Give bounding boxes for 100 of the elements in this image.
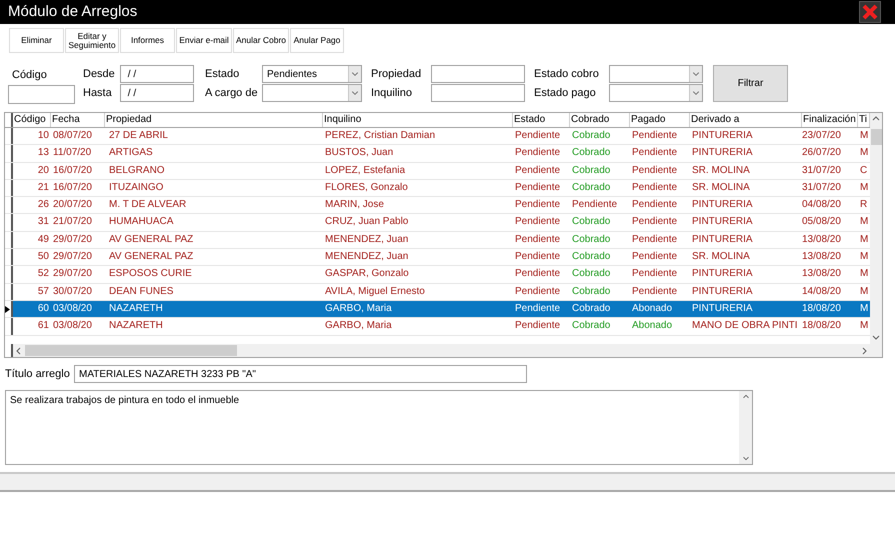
table-row[interactable]: 31 21/07/20 HUMAHUACA CRUZ, Juan Pablo Pendiente Cobrado Pendiente PINTURERIA 05/08/20 M [5, 214, 870, 232]
table-cell-text: Pendiente [631, 267, 678, 282]
column-header[interactable]: Cobrado [570, 113, 630, 127]
table-cell-text: 13/08/20 [802, 232, 842, 247]
field-label: Código [11, 68, 48, 83]
table-row[interactable]: 20 16/07/20 BELGRANO LOPEZ, Estefania Pendiente Cobrado Pendiente SR. MOLINA 31/07/20 C [5, 162, 870, 180]
table-row[interactable]: 57 30/07/20 DEAN FUNES AVILA, Miguel Ernesto Pendiente Cobrado Pendiente PINTURERIA 14/08/20 M [5, 284, 870, 301]
scrollbar-thumb[interactable] [25, 345, 237, 356]
table-row[interactable]: 13 11/07/20 ARTIGAS BUSTOS, Juan Pendiente Cobrado Pendiente PINTURERIA 26/07/20 M [5, 145, 870, 163]
toolbar-button[interactable]: Editar y Seguimiento [65, 28, 119, 53]
dropdown[interactable] [609, 65, 703, 83]
field-label: Estado cobro [534, 66, 600, 82]
table-row[interactable]: 52 29/07/20 ESPOSOS CURIE GASPAR, Gonzalo Pendiente Cobrado Pendiente PINTURERIA 13/08/20 M [5, 266, 870, 284]
table-cell-text: 03/08/20 [52, 302, 93, 316]
table-cell-text: AV GENERAL PAZ [108, 232, 194, 247]
scrollbar-thumb[interactable] [870, 129, 882, 145]
table-row[interactable]: 10 08/07/20 27 DE ABRIL PEREZ, Cristian Damian Pendiente Cobrado Pendiente PINTURERIA 23/07/20 M [5, 128, 870, 146]
column-header[interactable]: Pagado [630, 113, 690, 127]
table-row[interactable]: 49 29/07/20 AV GENERAL PAZ MENENDEZ, Juan Pendiente Cobrado Pendiente PINTURERIA 13/08/20 M [5, 232, 870, 250]
table-row[interactable]: 61 03/08/20 NAZARETH GARBO, Maria Pendiente Cobrado Abonado MANO DE OBRA PINTI 18/08/20 M [5, 318, 870, 336]
table-cell-text: NAZARETH [108, 319, 164, 334]
table-cell-text: LOPEZ, Estefania [324, 164, 406, 178]
table-cell-text: Pendiente [631, 180, 678, 195]
table-cell-text: AV GENERAL PAZ [108, 250, 194, 264]
table-cell-text: PINTURERIA [691, 198, 754, 212]
table-cell-text: Pendiente [631, 129, 678, 143]
table-cell-text: SR. MOLINA [691, 180, 751, 195]
filter-button[interactable]: Filtrar [713, 65, 788, 102]
toolbar-button[interactable]: Anular Pago [290, 28, 344, 53]
table-cell-text: M [859, 250, 870, 264]
table-cell-text: SR. MOLINA [691, 250, 751, 264]
table-cell-text: GARBO, Maria [324, 319, 393, 334]
close-button[interactable] [859, 1, 881, 23]
table-cell-text: 60 [36, 302, 50, 316]
date-field[interactable]: / / [120, 84, 194, 102]
table-cell-text: Pendiente [514, 284, 562, 299]
table-row[interactable]: 60 03/08/20 NAZARETH GARBO, Maria Pendiente Cobrado Abonado PINTURERIA 18/08/20 M [5, 300, 870, 318]
description-text: Se realizara trabajos de pintura en todo el inmueble [9, 394, 240, 408]
column-header[interactable]: Propiedad [105, 113, 323, 127]
code-field[interactable] [8, 85, 75, 104]
table-cell-text: Pendiente [514, 232, 562, 247]
table-cell-text: AVILA, Miguel Ernesto [324, 284, 426, 299]
column-header[interactable]: Inquilino [323, 113, 513, 127]
table-cell-text: Pendiente [631, 284, 678, 299]
field-label: Hasta [83, 86, 113, 101]
table-cell-text: Pendiente [631, 146, 678, 160]
table-cell-text: Abonado [631, 319, 674, 334]
column-header[interactable]: Derivado a [690, 113, 802, 127]
table-cell-text: 04/08/20 [802, 198, 842, 212]
table-cell-text: 30/07/20 [52, 284, 93, 299]
table-cell-text: Pendiente [631, 164, 678, 178]
table-cell-text: MANO DE OBRA PINTI [691, 319, 799, 334]
table-cell-text: PINTURERIA [691, 267, 754, 282]
vertical-scrollbar[interactable] [870, 113, 882, 357]
table-cell-text: CRUZ, Juan Pablo [324, 215, 410, 230]
table-cell-text: 20/07/20 [52, 198, 93, 212]
table-cell-text: Cobrado [571, 319, 612, 334]
table-cell-text: Pendiente [514, 180, 562, 195]
table-cell-text: M [859, 267, 870, 282]
field-label: Estado pago [534, 86, 597, 101]
table-cell-text: 50 [36, 250, 50, 264]
text-field[interactable] [431, 84, 525, 102]
table-cell-text: 29/07/20 [52, 250, 93, 264]
table-row[interactable]: 50 29/07/20 AV GENERAL PAZ MENENDEZ, Juan Pendiente Cobrado Pendiente SR. MOLINA 13/08/20 M [5, 249, 870, 266]
toolbar-button[interactable]: Informes [120, 28, 175, 53]
description-field[interactable]: Se realizara trabajos de pintura en todo el inmueble [5, 390, 753, 465]
dropdown[interactable] [262, 84, 362, 102]
table-cell-text: 08/07/20 [52, 129, 93, 143]
table-row[interactable]: 26 20/07/20 M. T DE ALVEAR MARIN, Jose Pendiente Pendiente Pendiente PINTURERIA 04/08/20 R [5, 197, 870, 214]
table-cell-text: MARIN, Jose [324, 198, 385, 212]
table-cell-text: 31/07/20 [802, 180, 842, 195]
table-cell-text: M [859, 129, 870, 143]
table-cell-text: Pendiente [514, 267, 562, 282]
title-field[interactable]: MATERIALES NAZARETH 3233 PB "A" [74, 365, 527, 383]
table-cell-text: Cobrado [571, 164, 612, 178]
column-header[interactable]: Finalización [802, 113, 858, 127]
table-row[interactable]: 21 16/07/20 ITUZAINGO FLORES, Gonzalo Pendiente Cobrado Pendiente SR. MOLINA 31/07/20 M [5, 180, 870, 198]
toolbar-button[interactable]: Enviar e-mail [176, 28, 232, 53]
table-cell-text: Cobrado [571, 267, 612, 282]
table-cell-text: BELGRANO [108, 164, 166, 178]
toolbar-button[interactable]: Eliminar [9, 28, 64, 53]
column-header[interactable]: Código [13, 113, 51, 127]
table-cell-text: Cobrado [571, 232, 612, 247]
table-cell-text: Pendiente [514, 250, 562, 264]
table-cell-text: MENENDEZ, Juan [324, 232, 410, 247]
dropdown[interactable] [609, 84, 703, 102]
table-cell-text: Cobrado [571, 302, 612, 316]
horizontal-scrollbar[interactable] [5, 344, 870, 357]
column-header[interactable]: Estado [513, 113, 570, 127]
date-field[interactable]: / / [120, 65, 194, 83]
table-cell-text: Pendiente [514, 164, 562, 178]
table-cell-text: 29/07/20 [52, 267, 93, 282]
toolbar-button[interactable]: Anular Cobro [233, 28, 289, 53]
table-cell-text: M [859, 302, 870, 316]
table-cell-text: 26/07/20 [802, 146, 842, 160]
column-header[interactable]: Fecha [51, 113, 105, 127]
table-cell-text: Pendiente [514, 198, 562, 212]
table-cell-text: Cobrado [571, 250, 612, 264]
dropdown[interactable]: Pendientes [262, 65, 362, 83]
text-field[interactable] [431, 65, 525, 83]
